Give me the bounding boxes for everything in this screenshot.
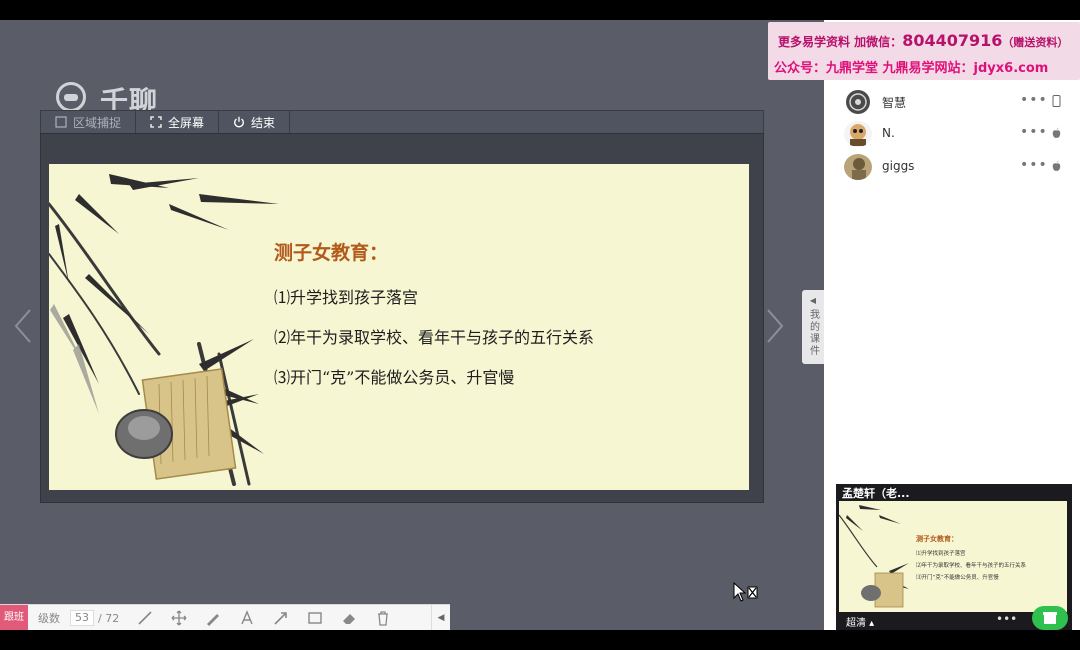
end-share-button[interactable]: 结束 — [219, 111, 291, 133]
user-name: giggs — [882, 159, 915, 173]
user-row[interactable]: 智慧 ••• — [824, 86, 1080, 118]
move-tool-icon[interactable] — [171, 610, 187, 626]
trash-icon[interactable] — [375, 610, 391, 626]
line-tool-icon[interactable] — [137, 610, 153, 626]
preview-slide-title: 测子女教育： — [916, 535, 958, 543]
preview-slide-line-1: ⑴升学找到孩子落宫 — [916, 551, 966, 557]
page-number-input[interactable]: 53 — [70, 610, 94, 626]
user-name: 智慧 — [882, 96, 907, 110]
logo-mark-icon — [56, 82, 86, 112]
promo-prefix: 更多易学资料 加微信： — [778, 35, 903, 49]
fullscreen-icon — [150, 116, 162, 128]
user-row[interactable]: giggs ••• — [824, 151, 1080, 183]
preview-more-icon[interactable]: ••• — [996, 612, 1017, 626]
promo-suffix: （赠送资料） — [1002, 36, 1069, 49]
presentation-slide: 测子女教育： ⑴升学找到孩子落宫 ⑵年干为录取学校、看年干与孩子的五行关系 ⑶开… — [49, 164, 749, 490]
collapse-toolbar-button[interactable]: ◀ — [431, 605, 450, 631]
preview-controls: 超清 ▴ ••• — [836, 606, 1072, 630]
apple-icon — [1052, 127, 1061, 138]
slide-line-2: ⑵年干为录取学校、看年干与孩子的五行关系 — [274, 328, 595, 347]
preview-slide-line-2: ⑵年干为录取学校、看年干与孩子的五行关系 — [916, 563, 1027, 569]
page-label: 级数 — [38, 612, 60, 625]
bamboo-illustration — [49, 174, 279, 486]
more-options-icon[interactable]: ••• — [1020, 124, 1048, 140]
page-total: / 72 — [98, 611, 120, 625]
gift-icon — [1043, 612, 1057, 624]
promo-line-1: 更多易学资料 加微信：804407916（赠送资料） — [778, 31, 1068, 50]
quality-selector[interactable]: 超清 ▴ — [846, 614, 874, 629]
collapse-left-icon: ◀ — [809, 296, 817, 305]
user-row[interactable]: N. ••• — [824, 118, 1080, 150]
promo-line-2: 公众号：九鼎学堂 九鼎易学网站：jdyx6.com — [774, 61, 1049, 76]
more-options-icon[interactable]: ••• — [1020, 157, 1048, 173]
bottom-bar — [0, 630, 1080, 650]
my-courseware-label: 我的课件 — [807, 309, 819, 357]
quality-label: 超清 — [846, 618, 866, 629]
gift-button[interactable] — [1032, 606, 1068, 630]
user-name: N. — [882, 126, 895, 140]
preview-slide-line-3: ⑶开门“克”不能做公务员、升官慢 — [916, 575, 999, 581]
preview-bamboo-illustration — [839, 505, 909, 608]
eraser-tool-icon[interactable] — [341, 610, 357, 626]
slide-line-3: ⑶开门“克”不能做公务员、升官慢 — [274, 368, 515, 387]
video-preview-window[interactable]: 孟楚轩（老... 测子女教育： ⑴升学找到孩子落宫 ⑵年干为录取学校、看年干与孩… — [836, 484, 1072, 630]
promo-banner: 更多易学资料 加微信：804407916（赠送资料） 公众号：九鼎学堂 九鼎易学… — [768, 22, 1080, 80]
previous-slide-arrow-icon[interactable] — [12, 308, 34, 344]
preview-title: 孟楚轩（老... — [842, 487, 910, 500]
avatar — [844, 154, 872, 180]
annotation-toolbar: 跟班 级数 53 / 72 ◀ — [0, 604, 450, 631]
power-icon — [234, 116, 244, 128]
preview-slide-thumbnail: 测子女教育： ⑴升学找到孩子落宫 ⑵年干为录取学校、看年干与孩子的五行关系 ⑶开… — [839, 501, 1067, 613]
avatar — [844, 121, 872, 147]
end-share-label: 结束 — [251, 115, 276, 130]
annotation-tag[interactable]: 跟班 — [0, 605, 28, 631]
mouse-cursor-icon — [733, 582, 758, 602]
phone-icon — [1052, 95, 1061, 107]
share-toolbar: 区域捕捉 全屏幕 结束 — [40, 110, 764, 134]
promo-number: 804407916 — [902, 31, 1003, 50]
fullscreen-button[interactable]: 全屏幕 — [136, 111, 220, 133]
rectangle-tool-icon[interactable] — [307, 610, 323, 626]
avatar — [846, 90, 870, 114]
pen-tool-icon[interactable] — [205, 610, 221, 626]
region-capture-icon — [55, 116, 67, 128]
slide-title: 测子女教育： — [274, 242, 389, 264]
collapse-left-icon: ◀ — [437, 613, 445, 623]
more-options-icon[interactable]: ••• — [1020, 92, 1048, 108]
apple-icon — [1052, 160, 1061, 171]
my-courseware-tab[interactable]: ◀ 我的课件 — [802, 290, 824, 364]
text-tool-icon[interactable] — [239, 610, 255, 626]
fullscreen-label: 全屏幕 — [168, 115, 205, 130]
region-capture-button[interactable]: 区域捕捉 — [41, 111, 137, 133]
slide-line-1: ⑴升学找到孩子落宫 — [274, 288, 419, 307]
next-slide-arrow-icon[interactable] — [764, 308, 786, 344]
top-bar — [0, 0, 1080, 20]
arrow-tool-icon[interactable] — [273, 610, 289, 626]
region-capture-label: 区域捕捉 — [73, 115, 122, 130]
